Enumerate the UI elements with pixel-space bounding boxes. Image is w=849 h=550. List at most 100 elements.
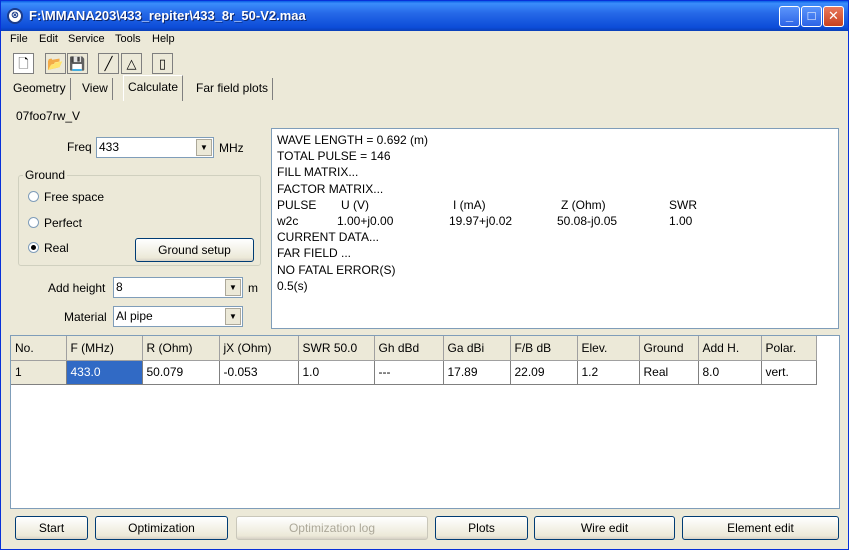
element-edit-button[interactable]: Element edit [682,516,839,540]
radio-circle-selected-icon[interactable] [28,242,39,253]
col-header[interactable]: F/B dB [510,336,578,361]
radio-real[interactable]: Real [28,241,69,255]
app-window: ⊗ F:\MMANA203\433_repiter\433_8r_50-V2.m… [0,0,849,550]
antenna-name: 07foo7rw_V [16,109,81,123]
col-header[interactable]: R (Ohm) [142,336,220,361]
pulse-cell: w2c [277,213,299,228]
toolbar: 🗋 📂 💾 ╱ △ ▯ [1,50,848,78]
table-cell-selected[interactable]: 433.0 [66,360,143,385]
col-header[interactable]: jX (Ohm) [219,336,299,361]
radio-perfect[interactable]: Perfect [28,216,82,230]
menu-bar: File Edit Service Tools Help [1,31,848,49]
table-cell[interactable]: 1.0 [298,360,375,385]
chevron-down-icon[interactable]: ▼ [225,279,241,296]
optimization-log-button[interactable]: Optimization log [236,516,428,540]
material-value: Al pipe [116,309,153,323]
add-height-label: Add height [48,281,106,295]
radio-label: Free space [44,190,105,204]
col-header[interactable]: Gh dBd [374,336,444,361]
maximize-button[interactable]: □ [801,6,822,27]
close-button[interactable]: ✕ [823,6,844,27]
output-line: WAVE LENGTH = 0.692 (m) [277,133,429,147]
freq-combo[interactable]: 433 ▼ [96,137,214,158]
open-folder-icon[interactable]: 📂 [45,53,66,74]
table-cell[interactable]: Real [639,360,699,385]
table-cell[interactable]: --- [374,360,444,385]
pulse-cell: 1.00 [669,213,693,228]
menu-file[interactable]: File [10,33,28,45]
material-combo[interactable]: Al pipe ▼ [113,306,243,327]
col-header[interactable]: Add H. [698,336,762,361]
minimize-button[interactable]: _ [779,6,800,27]
output-line: NO FATAL ERROR(S) [277,262,396,277]
col-header[interactable]: Elev. [577,336,640,361]
pulse-header-cell: SWR [669,197,697,212]
results-grid[interactable]: No. F (MHz) R (Ohm) jX (Ohm) SWR 50.0 Gh… [10,335,840,509]
table-cell[interactable]: 22.09 [510,360,578,385]
table-row[interactable]: 1 433.0 50.079 -0.053 1.0 --- 17.89 22.0… [11,360,817,385]
menu-help[interactable]: Help [152,33,175,45]
triangle-icon[interactable]: △ [121,53,142,74]
radio-circle-icon[interactable] [28,191,39,202]
radio-free-space[interactable]: Free space [28,190,104,204]
pulse-row: w2c 1.00+j0.00 19.97+j0.02 50.08-j0.05 1… [277,213,833,229]
pulse-header-cell: U (V) [341,197,369,212]
calculation-output[interactable]: WAVE LENGTH = 0.692 (m) TOTAL PULSE = 14… [271,128,839,329]
output-line: CURRENT DATA... [277,230,380,245]
document-icon[interactable]: ▯ [152,53,173,74]
table-cell[interactable]: -0.053 [219,360,299,385]
tab-geometry[interactable]: Geometry [9,78,71,100]
table-cell[interactable]: 1 [11,360,67,385]
col-header[interactable]: Ga dBi [443,336,511,361]
menu-service[interactable]: Service [68,33,105,45]
ground-setup-button[interactable]: Ground setup [135,238,254,262]
col-header[interactable]: SWR 50.0 [298,336,375,361]
freq-label: Freq [67,140,92,154]
output-line: TOTAL PULSE = 146 [277,149,391,164]
line-draw-icon[interactable]: ╱ [98,53,119,74]
table-cell[interactable]: 17.89 [443,360,511,385]
radio-label: Real [44,241,69,255]
tab-view[interactable]: View [78,78,113,100]
pulse-cell: 19.97+j0.02 [449,213,513,228]
table-cell[interactable]: 8.0 [698,360,762,385]
freq-value: 433 [99,140,120,154]
col-header[interactable]: No. [11,336,67,361]
pulse-cell: 50.08-j0.05 [557,213,618,228]
results-table: No. F (MHz) R (Ohm) jX (Ohm) SWR 50.0 Gh… [11,336,817,385]
pulse-header-cell: I (mA) [453,197,486,212]
menu-edit[interactable]: Edit [39,33,58,45]
add-height-value: 8 [116,280,123,294]
pulse-header-cell: Z (Ohm) [561,197,606,212]
output-line: FAR FIELD ... [277,246,352,261]
tab-calculate[interactable]: Calculate [123,75,184,101]
radio-label: Perfect [44,216,83,230]
start-button[interactable]: Start [15,516,88,540]
col-header[interactable]: Polar. [761,336,817,361]
material-label: Material [64,310,107,324]
table-cell[interactable]: 50.079 [142,360,220,385]
radio-circle-icon[interactable] [28,217,39,228]
window-title: F:\MMANA203\433_repiter\433_8r_50-V2.maa [29,8,306,23]
new-file-icon[interactable]: 🗋 [13,53,34,74]
menu-tools[interactable]: Tools [115,33,141,45]
col-header[interactable]: Ground [639,336,699,361]
add-height-combo[interactable]: 8 ▼ [113,277,243,298]
col-header[interactable]: F (MHz) [66,336,143,361]
mmana-app-icon[interactable]: ⊗ [7,8,23,24]
save-disk-icon[interactable]: 💾 [67,53,88,74]
optimization-button[interactable]: Optimization [95,516,228,540]
add-height-unit: m [248,281,258,295]
table-cell[interactable]: vert. [761,360,817,385]
plots-button[interactable]: Plots [435,516,528,540]
pulse-header-cell: PULSE [277,197,317,212]
chevron-down-icon[interactable]: ▼ [196,139,212,156]
table-cell[interactable]: 1.2 [577,360,640,385]
pulse-cell: 1.00+j0.00 [337,213,394,228]
tab-far-field-plots[interactable]: Far field plots [192,78,274,100]
wire-edit-button[interactable]: Wire edit [534,516,675,540]
freq-unit: MHz [219,141,244,155]
chevron-down-icon[interactable]: ▼ [225,308,241,325]
title-bar[interactable]: ⊗ F:\MMANA203\433_repiter\433_8r_50-V2.m… [1,1,848,31]
output-line: 0.5(s) [277,278,308,293]
